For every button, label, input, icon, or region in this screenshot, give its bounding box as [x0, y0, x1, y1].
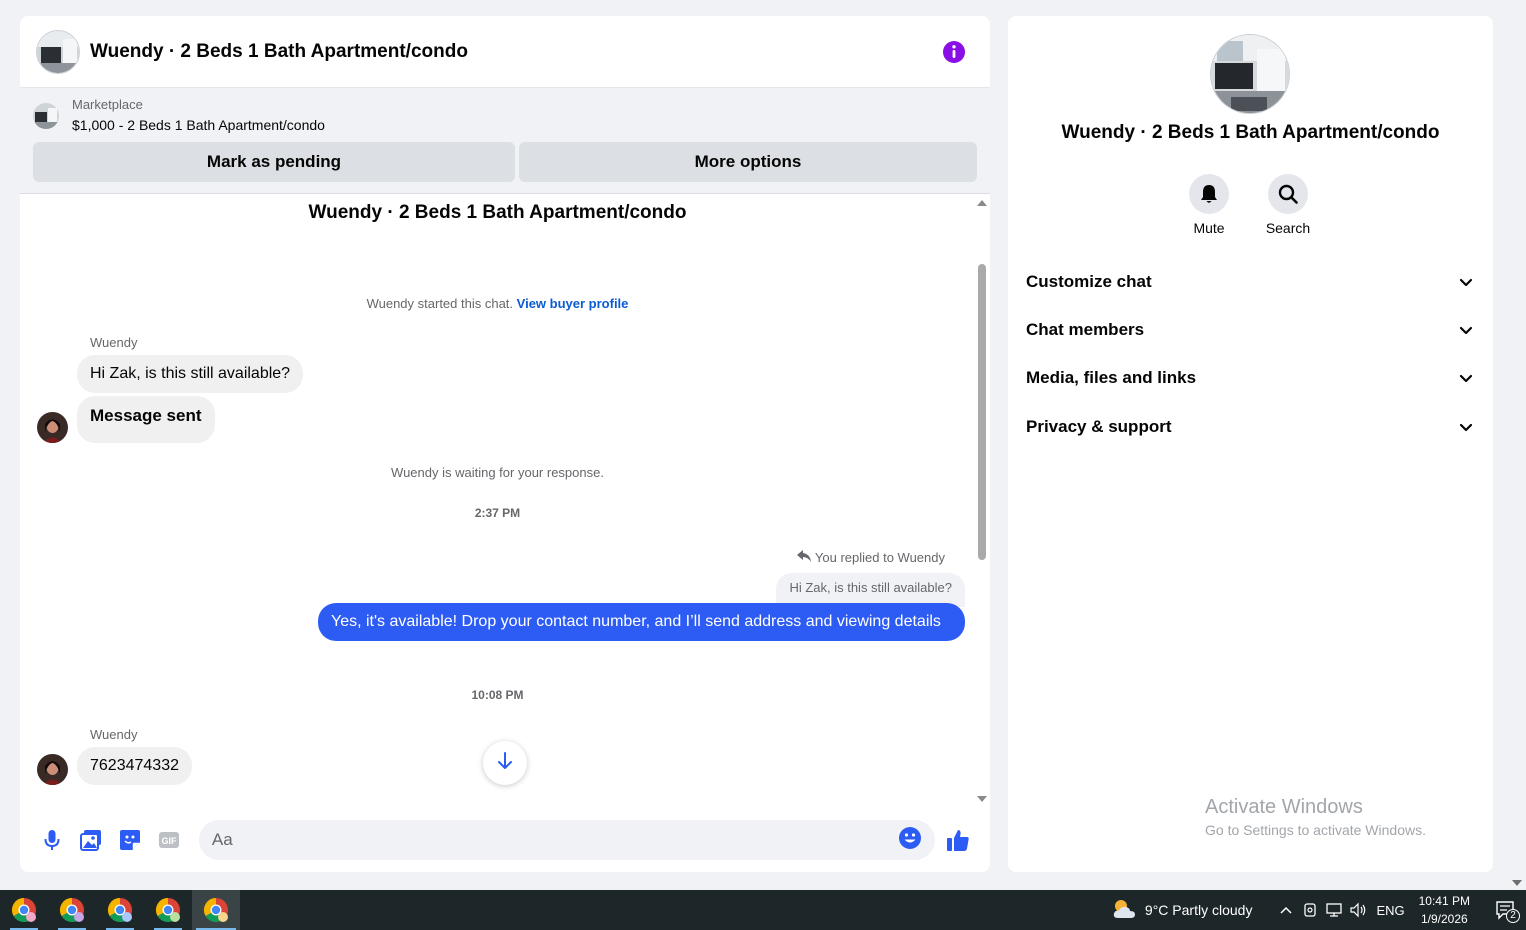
incoming-message[interactable]: Hi Zak, is this still available? — [77, 355, 304, 393]
buyer-avatar[interactable] — [37, 754, 68, 785]
incoming-message[interactable]: Message sent — [77, 396, 215, 443]
chevron-down-icon — [1456, 417, 1476, 437]
partly-cloudy-icon — [1111, 898, 1137, 923]
waiting-notice: Wuendy is waiting for your response. — [391, 465, 604, 480]
reply-icon — [796, 550, 811, 565]
chat-header: Wuendy · 2 Beds 1 Bath Apartment/condo — [20, 16, 990, 88]
listing-avatar[interactable] — [36, 29, 80, 74]
mark-pending-button[interactable]: Mark as pending — [33, 142, 515, 182]
chevron-down-icon — [1456, 368, 1476, 388]
search-action[interactable]: Search — [1248, 174, 1328, 236]
chat-panel: Wuendy · 2 Beds 1 Bath Apartment/condo M… — [20, 16, 990, 872]
mute-action[interactable]: Mute — [1169, 174, 1249, 236]
chevron-up-icon[interactable] — [1274, 890, 1298, 930]
photo-icon[interactable] — [71, 820, 110, 860]
buyer-avatar[interactable] — [37, 412, 68, 443]
page-scroll-down-arrow[interactable] — [1512, 880, 1522, 886]
chevron-down-icon — [1456, 272, 1476, 292]
weather-widget[interactable]: 9°C Partly cloudy — [1111, 898, 1253, 923]
chat-title[interactable]: Wuendy · 2 Beds 1 Bath Apartment/condo — [90, 41, 942, 63]
arrow-down-icon — [497, 751, 513, 775]
clock-time: 10:41 PM — [1418, 894, 1470, 908]
message-input[interactable] — [211, 830, 898, 850]
chrome-icon[interactable] — [48, 890, 96, 930]
search-icon[interactable] — [1268, 174, 1308, 214]
sender-name: Wuendy — [90, 335, 138, 350]
clock[interactable]: 10:41 PM 1/9/2026 — [1419, 892, 1470, 928]
scroll-thumb[interactable] — [978, 264, 986, 560]
chrome-icon[interactable] — [144, 890, 192, 930]
marketplace-bar: Marketplace $1,000 - 2 Beds 1 Bath Apart… — [20, 88, 990, 194]
incoming-message[interactable]: 7623474332 — [77, 747, 192, 785]
volume-icon[interactable] — [1346, 890, 1370, 930]
system-tray: 9°C Partly cloudy ENG 10:41 PM 1/9/2026 … — [1111, 890, 1526, 930]
sender-name: Wuendy — [90, 727, 138, 742]
outgoing-message[interactable]: Yes, it's available! Drop your contact n… — [318, 603, 965, 641]
notification-count: 2 — [1506, 909, 1520, 923]
section-media-files-links[interactable]: Media, files and links — [1016, 356, 1486, 400]
svg-text:GIF: GIF — [162, 836, 178, 846]
chat-info-panel: Wuendy · 2 Beds 1 Bath Apartment/condo M… — [1008, 16, 1493, 872]
listing-title[interactable]: $1,000 - 2 Beds 1 Bath Apartment/condo — [72, 114, 325, 136]
chrome-icon[interactable] — [96, 890, 144, 930]
info-avatar[interactable] — [1210, 34, 1290, 114]
activate-windows-watermark: Activate Windows Go to Settings to activ… — [1205, 796, 1426, 838]
marketplace-label: Marketplace — [72, 97, 143, 112]
mute-label: Mute — [1193, 220, 1225, 236]
chrome-icon[interactable] — [0, 890, 48, 930]
taskbar: 9°C Partly cloudy ENG 10:41 PM 1/9/2026 … — [0, 890, 1526, 930]
thumbs-up-icon[interactable] — [939, 820, 978, 860]
page-scrollbar[interactable] — [1508, 0, 1526, 890]
more-options-button[interactable]: More options — [519, 142, 977, 182]
scroll-to-bottom-button[interactable] — [483, 741, 527, 785]
view-buyer-profile-link[interactable]: View buyer profile — [517, 296, 629, 311]
microphone-icon[interactable] — [32, 820, 71, 860]
emoji-icon[interactable] — [898, 826, 922, 855]
timestamp: 10:08 PM — [471, 688, 524, 702]
info-name: Wuendy · 2 Beds 1 Bath Apartment/condo — [1061, 122, 1440, 143]
chat-started-notice: Wuendy started this chat. View buyer pro… — [366, 296, 629, 311]
gif-icon[interactable]: GIF — [150, 820, 189, 860]
search-label: Search — [1265, 220, 1311, 236]
bell-icon[interactable] — [1189, 174, 1229, 214]
clock-date: 1/9/2026 — [1420, 912, 1468, 926]
message-list: Wuendy · 2 Beds 1 Bath Apartment/condo W… — [20, 194, 990, 808]
section-customize-chat[interactable]: Customize chat — [1016, 260, 1486, 304]
timestamp: 2:37 PM — [474, 506, 521, 520]
message-scrollbar[interactable] — [973, 194, 990, 808]
network-icon[interactable] — [1322, 890, 1346, 930]
meet-now-icon[interactable] — [1298, 890, 1322, 930]
chevron-down-icon — [1456, 320, 1476, 340]
language-indicator[interactable]: ENG — [1376, 903, 1404, 918]
info-icon[interactable] — [942, 40, 966, 64]
weather-text: 9°C Partly cloudy — [1144, 902, 1253, 918]
section-privacy-support[interactable]: Privacy & support — [1016, 405, 1486, 449]
composer: GIF — [20, 808, 990, 872]
message-input-wrapper — [198, 820, 935, 860]
listing-thumbnail — [33, 103, 59, 129]
sticker-icon[interactable] — [110, 820, 149, 860]
scroll-down-arrow[interactable] — [977, 796, 987, 802]
chrome-icon[interactable] — [192, 890, 240, 930]
notification-icon[interactable]: 2 — [1486, 890, 1526, 930]
scroll-up-arrow[interactable] — [977, 200, 987, 206]
reply-note: You replied to Wuendy — [796, 550, 945, 565]
conversation-title: Wuendy · 2 Beds 1 Bath Apartment/condo — [308, 202, 687, 223]
quoted-message[interactable]: Hi Zak, is this still available? — [776, 573, 965, 607]
section-chat-members[interactable]: Chat members — [1016, 308, 1486, 352]
